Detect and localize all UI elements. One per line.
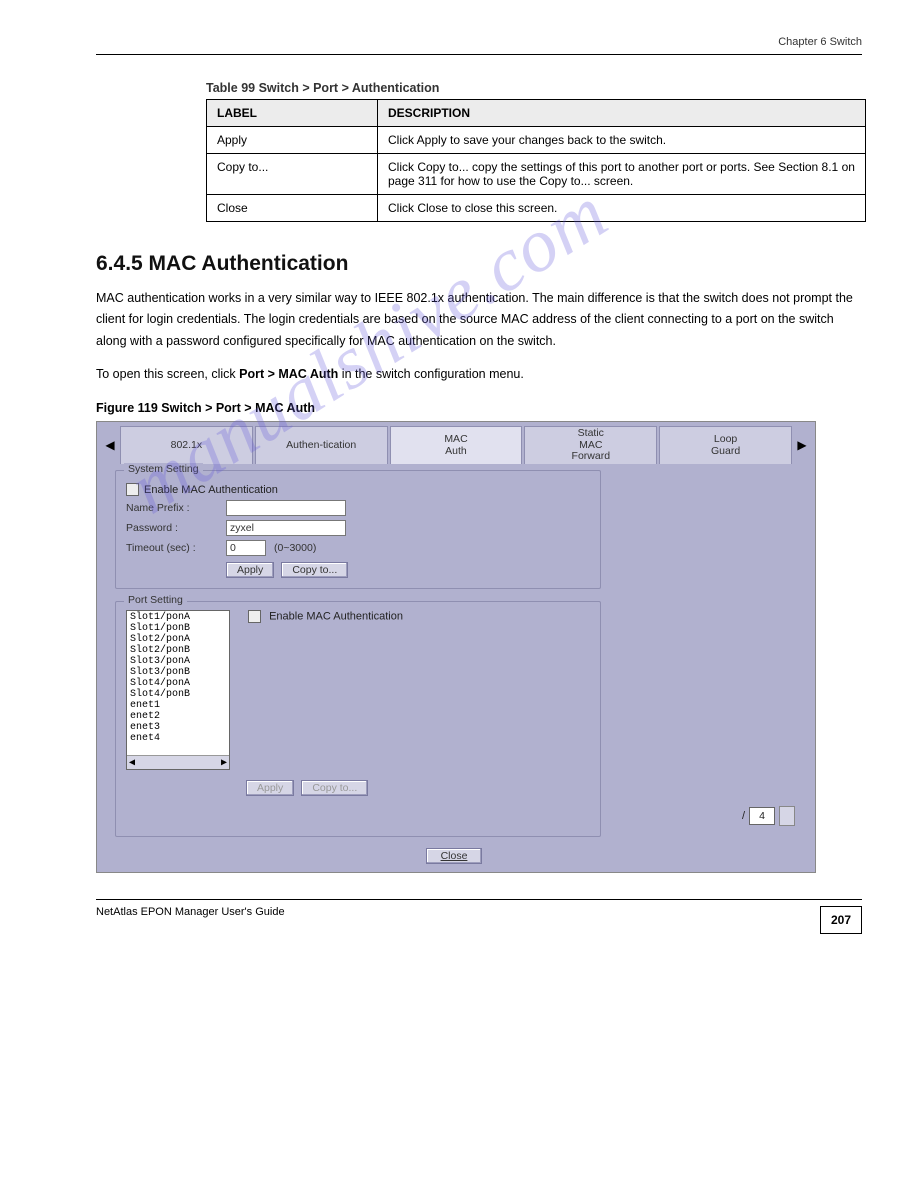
port-setting-group: Port Setting Slot1/ponA Slot1/ponB Slot2… [115, 601, 601, 837]
tab-static-mac-forward[interactable]: Static MAC Forward [524, 426, 657, 464]
list-item: enet4 [127, 733, 229, 744]
table-row: Copy to... Click Copy to... copy the set… [207, 154, 866, 195]
page-footer: NetAtlas EPON Manager User's Guide 207 [96, 899, 862, 934]
tabs-row: ◀ 802.1x Authen-tication MAC Auth Static… [97, 422, 815, 464]
figure-caption: Figure 119 Switch > Port > MAC Auth [96, 401, 862, 415]
password-input[interactable] [226, 520, 346, 536]
ui-screenshot: ◀ 802.1x Authen-tication MAC Auth Static… [96, 421, 816, 873]
paragraph-2: To open this screen, click Port > MAC Au… [96, 364, 862, 385]
tab-arrow-left[interactable]: ◀ [101, 426, 119, 464]
page-spinner[interactable] [779, 806, 795, 826]
list-item: enet2 [127, 711, 229, 722]
section-heading: 6.4.5 MAC Authentication [96, 252, 862, 276]
list-item: Slot1/ponB [127, 623, 229, 634]
list-item: Slot2/ponA [127, 634, 229, 645]
list-item: Slot4/ponB [127, 689, 229, 700]
table-row: Close Click Close to close this screen. [207, 195, 866, 222]
name-prefix-input[interactable] [226, 500, 346, 516]
cell-label: Close [207, 195, 378, 222]
name-prefix-label: Name Prefix : [126, 502, 226, 514]
port-copy-to-button[interactable]: Copy to... [301, 780, 368, 796]
table-caption: Table 99 Switch > Port > Authentication [206, 81, 862, 95]
cell-desc: Click Copy to... copy the settings of th… [378, 154, 866, 195]
cell-desc: Click Close to close this screen. [378, 195, 866, 222]
list-item: enet3 [127, 722, 229, 733]
port-setting-legend: Port Setting [124, 594, 187, 606]
tab-authentication[interactable]: Authen-tication [255, 426, 388, 464]
tab-loop-guard[interactable]: Loop Guard [659, 426, 792, 464]
port-list[interactable]: Slot1/ponA Slot1/ponB Slot2/ponA Slot2/p… [126, 610, 230, 770]
enable-mac-auth-label: Enable MAC Authentication [144, 484, 278, 496]
list-item: Slot1/ponA [127, 612, 229, 623]
port-apply-button[interactable]: Apply [246, 780, 294, 796]
list-item: Slot3/ponA [127, 656, 229, 667]
description-table: LABEL DESCRIPTION Apply Click Apply to s… [206, 99, 866, 222]
tab-8021x[interactable]: 802.1x [120, 426, 253, 464]
th-label: LABEL [207, 100, 378, 127]
tab-mac-auth[interactable]: MAC Auth [390, 426, 523, 464]
footer-left-text: NetAtlas EPON Manager User's Guide [96, 906, 285, 934]
close-button[interactable]: Close [426, 848, 483, 864]
page-total-box[interactable]: 4 [749, 807, 775, 825]
timeout-hint: (0~3000) [274, 542, 316, 554]
system-setting-group: System Setting Enable MAC Authentication… [115, 470, 601, 589]
paragraph-1: MAC authentication works in a very simil… [96, 288, 862, 352]
list-item: enet1 [127, 700, 229, 711]
password-label: Password : [126, 522, 226, 534]
cell-label: Apply [207, 127, 378, 154]
system-setting-legend: System Setting [124, 463, 203, 475]
timeout-label: Timeout (sec) : [126, 542, 226, 554]
list-item: Slot4/ponA [127, 678, 229, 689]
apply-button[interactable]: Apply [226, 562, 274, 578]
chapter-header: Chapter 6 Switch [96, 36, 862, 55]
enable-mac-auth-checkbox[interactable] [126, 483, 139, 496]
copy-to-button[interactable]: Copy to... [281, 562, 348, 578]
page-navigator: / 4 [742, 806, 795, 826]
tab-arrow-right[interactable]: ▶ [793, 426, 811, 464]
timeout-input[interactable] [226, 540, 266, 556]
horizontal-scrollbar[interactable]: ◀▶ [127, 755, 229, 769]
table-row: Apply Click Apply to save your changes b… [207, 127, 866, 154]
port-enable-mac-auth-checkbox[interactable] [248, 610, 261, 623]
list-item: Slot3/ponB [127, 667, 229, 678]
footer-page-number: 207 [820, 906, 862, 934]
th-desc: DESCRIPTION [378, 100, 866, 127]
port-enable-mac-auth-label: Enable MAC Authentication [269, 610, 403, 622]
cell-desc: Click Apply to save your changes back to… [378, 127, 866, 154]
cell-label: Copy to... [207, 154, 378, 195]
list-item: Slot2/ponB [127, 645, 229, 656]
